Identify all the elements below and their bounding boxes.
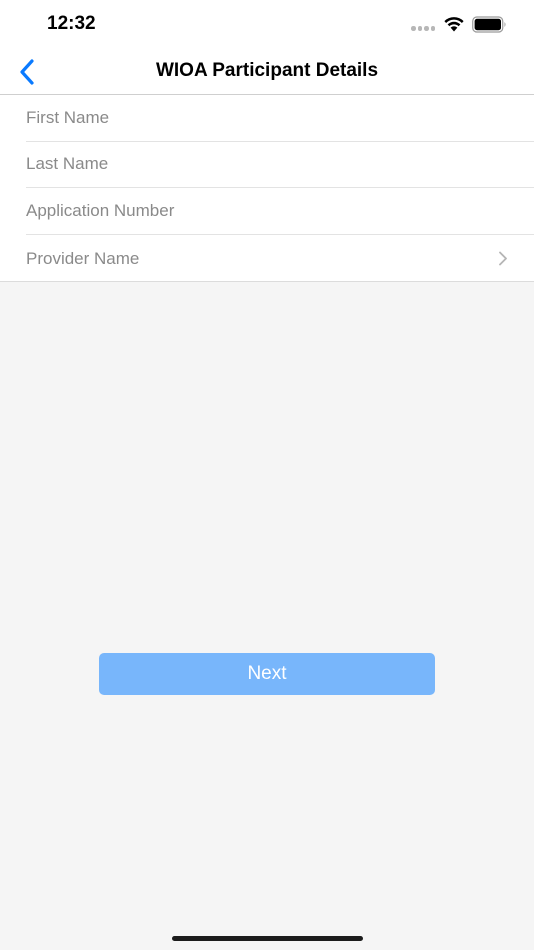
first-name-field[interactable] [26, 95, 516, 141]
status-bar: 12:32 [0, 0, 534, 50]
battery-icon [472, 16, 506, 33]
first-name-row [26, 95, 534, 142]
page-title: WIOA Participant Details [155, 60, 379, 81]
participant-form: Provider Name [0, 95, 534, 282]
last-name-field[interactable] [26, 141, 516, 187]
navigation-bar: WIOA Participant Details [0, 50, 534, 95]
next-button[interactable]: Next [99, 653, 435, 695]
application-number-field[interactable] [26, 188, 516, 234]
screen: 12:32 WIOA Participant Details First Nam… [0, 0, 534, 950]
chevron-right-icon [499, 251, 507, 265]
wifi-icon [444, 17, 464, 32]
provider-name-selector[interactable]: Provider Name [26, 235, 534, 282]
provider-name-label: Provider Name [26, 248, 140, 268]
last-name-row [26, 141, 534, 188]
status-time: 12:32 [47, 13, 96, 34]
application-number-row [26, 188, 534, 235]
signal-icon [411, 26, 437, 31]
home-indicator [172, 936, 363, 941]
